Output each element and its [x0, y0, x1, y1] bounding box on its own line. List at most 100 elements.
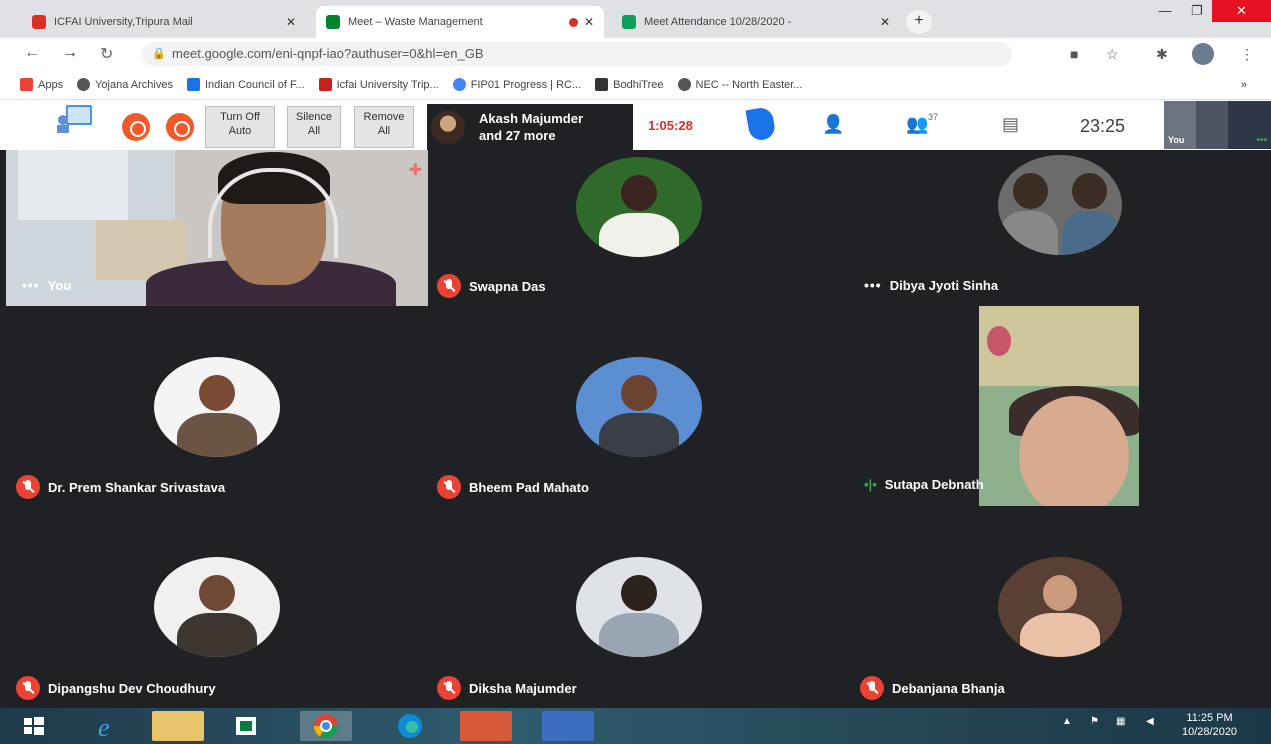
participant-name: Debanjana Bhanja — [892, 680, 1005, 696]
tile-nameplate: Diksha Majumder — [437, 676, 577, 700]
tab-meet[interactable]: Meet – Waste Management ✕ — [316, 6, 604, 38]
extension-b-icon[interactable] — [166, 113, 194, 141]
active-speaker-chip[interactable]: Akash Majumder and 27 more — [427, 104, 633, 150]
tab-meet-attendance[interactable]: Meet Attendance 10/28/2020 - ✕ — [612, 6, 900, 38]
windows-start-icon[interactable] — [14, 711, 54, 741]
address-bar-row: ← → ↻ 🔒 meet.google.com/eni-qnpf-iao?aut… — [0, 38, 1271, 70]
remove-all-button[interactable]: Remove All — [354, 106, 414, 148]
more-options-icon[interactable]: ••• — [22, 277, 40, 293]
globe-icon — [452, 78, 466, 91]
globe-icon — [77, 78, 91, 91]
speaker-more: and 27 more — [479, 128, 556, 143]
close-icon[interactable]: ✕ — [584, 15, 594, 29]
screen: ICFAI University,Tripura Mail ✕ Meet – W… — [0, 0, 1271, 744]
participant-avatar — [998, 155, 1122, 255]
profile-avatar[interactable] — [1192, 43, 1214, 65]
bookmark-apps[interactable]: Apps — [20, 78, 63, 91]
browser-tab-strip: ICFAI University,Tripura Mail ✕ Meet – W… — [0, 0, 1271, 38]
maximize-button[interactable]: ❐ — [1182, 0, 1212, 22]
chat-icon[interactable]: ▤ — [1002, 114, 1019, 135]
participant-name: You — [47, 277, 72, 293]
recording-icon — [568, 17, 578, 27]
bookmark-yojana[interactable]: Yojana Archives — [77, 78, 173, 91]
participant-name: Diksha Majumder — [469, 680, 577, 696]
participant-avatar — [154, 357, 280, 457]
meeting-clock: 23:25 — [1080, 116, 1126, 136]
bookmarks-overflow[interactable]: » — [1241, 79, 1247, 91]
internet-explorer-icon[interactable]: e — [84, 711, 136, 742]
tile-nameplate: Swapna Das — [437, 274, 546, 298]
minimize-button[interactable]: — — [1148, 0, 1182, 22]
participant-avatar — [576, 557, 702, 657]
participant-name: Dr. Prem Shankar Srivastava — [48, 479, 226, 495]
mic-off-icon — [437, 475, 461, 499]
more-options-icon[interactable]: ••• — [1256, 135, 1267, 146]
attendance-extension-icon[interactable] — [55, 104, 95, 134]
close-icon[interactable]: ✕ — [880, 15, 890, 29]
participant-video[interactable] — [979, 306, 1139, 506]
bookmark-nec[interactable]: NEC -- North Easter... — [677, 78, 802, 91]
self-preview[interactable]: You ••• — [1164, 101, 1271, 149]
participant-avatar — [154, 557, 280, 657]
back-arrow-icon[interactable]: ← — [24, 44, 40, 62]
tab-icfai-mail[interactable]: ICFAI University,Tripura Mail ✕ — [22, 6, 306, 38]
speaker-icon[interactable]: ◀ — [1146, 716, 1154, 727]
tile-nameplate: ••• Dibya Jyoti Sinha — [864, 277, 998, 293]
bookmark-fip01[interactable]: FIP01 Progress | RC... — [452, 78, 581, 91]
tab-title: Meet – Waste Management — [348, 16, 483, 28]
extension-a-icon[interactable] — [122, 113, 150, 141]
sheets-icon — [622, 15, 636, 29]
site-icon — [186, 78, 200, 91]
camera-icon[interactable]: ■ — [1070, 46, 1078, 62]
menu-kebab-icon[interactable]: ⋮ — [1240, 46, 1254, 63]
close-window-button[interactable]: ✕ — [1212, 0, 1271, 22]
file-explorer-icon[interactable] — [152, 711, 204, 741]
tile-nameplate: Dipangshu Dev Choudhury — [16, 676, 216, 700]
extensions-icon[interactable]: ✱ — [1156, 46, 1168, 63]
bookmark-icssr[interactable]: Indian Council of F... — [186, 78, 305, 91]
system-clock[interactable]: 11:25 PM 10/28/2020 — [1182, 711, 1237, 739]
store-icon[interactable] — [220, 711, 272, 741]
system-date: 10/28/2020 — [1182, 726, 1238, 738]
chrome-icon[interactable] — [300, 711, 352, 741]
turn-off-auto-button[interactable]: Turn Off Auto — [205, 106, 275, 148]
meet-icon — [326, 15, 340, 29]
word-icon[interactable] — [542, 711, 594, 741]
close-icon[interactable]: ✕ — [286, 15, 296, 29]
network-icon[interactable]: ▦ — [1116, 716, 1125, 727]
bookmark-icfai[interactable]: Icfai University Trip... — [318, 78, 439, 91]
svg-text:e: e — [98, 713, 110, 741]
tray-expand-icon[interactable]: ▲ — [1062, 716, 1072, 727]
silence-all-button[interactable]: Silence All — [287, 106, 341, 148]
lock-icon: 🔒 — [152, 48, 166, 60]
forward-arrow-icon[interactable]: → — [62, 44, 78, 62]
more-options-icon[interactable]: ••• — [864, 277, 882, 293]
new-tab-button[interactable]: + — [906, 10, 932, 34]
participant-avatar — [998, 557, 1122, 657]
video-person-face — [1019, 396, 1129, 506]
bookmark-bodhitree[interactable]: BodhiTree — [595, 78, 664, 91]
tab-title: Meet Attendance 10/28/2020 - — [644, 16, 792, 28]
star-icon[interactable]: ☆ — [1106, 46, 1119, 63]
mic-off-icon — [16, 475, 40, 499]
tile-nameplate: •|• Sutapa Debnath — [864, 477, 984, 492]
bookmarks-bar: Apps Yojana Archives Indian Council of F… — [0, 70, 1271, 100]
flag-icon[interactable]: ⚑ — [1090, 716, 1099, 727]
participant-name: Dibya Jyoti Sinha — [889, 277, 999, 293]
pin-icon[interactable]: ✚ — [409, 160, 422, 180]
url-field[interactable]: 🔒 meet.google.com/eni-qnpf-iao?authuser=… — [142, 42, 1012, 66]
tile-nameplate: Dr. Prem Shankar Srivastava — [16, 475, 225, 499]
tab-title: ICFAI University,Tripura Mail — [54, 16, 193, 28]
meeting-timer: 1:05:28 — [648, 118, 693, 133]
people-icon[interactable]: 👥 — [906, 114, 928, 135]
person-icon[interactable]: 👤 — [822, 114, 844, 135]
site-icon — [318, 78, 332, 91]
participant-avatar — [576, 157, 702, 257]
tile-nameplate: ••• You — [22, 277, 71, 293]
edge-icon[interactable] — [384, 711, 436, 741]
participant-name: Bheem Pad Mahato — [469, 479, 589, 495]
participant-name: Sutapa Debnath — [884, 477, 984, 492]
powerpoint-icon[interactable] — [460, 711, 512, 741]
globe-icon — [677, 78, 691, 91]
reload-icon[interactable]: ↻ — [100, 44, 113, 64]
